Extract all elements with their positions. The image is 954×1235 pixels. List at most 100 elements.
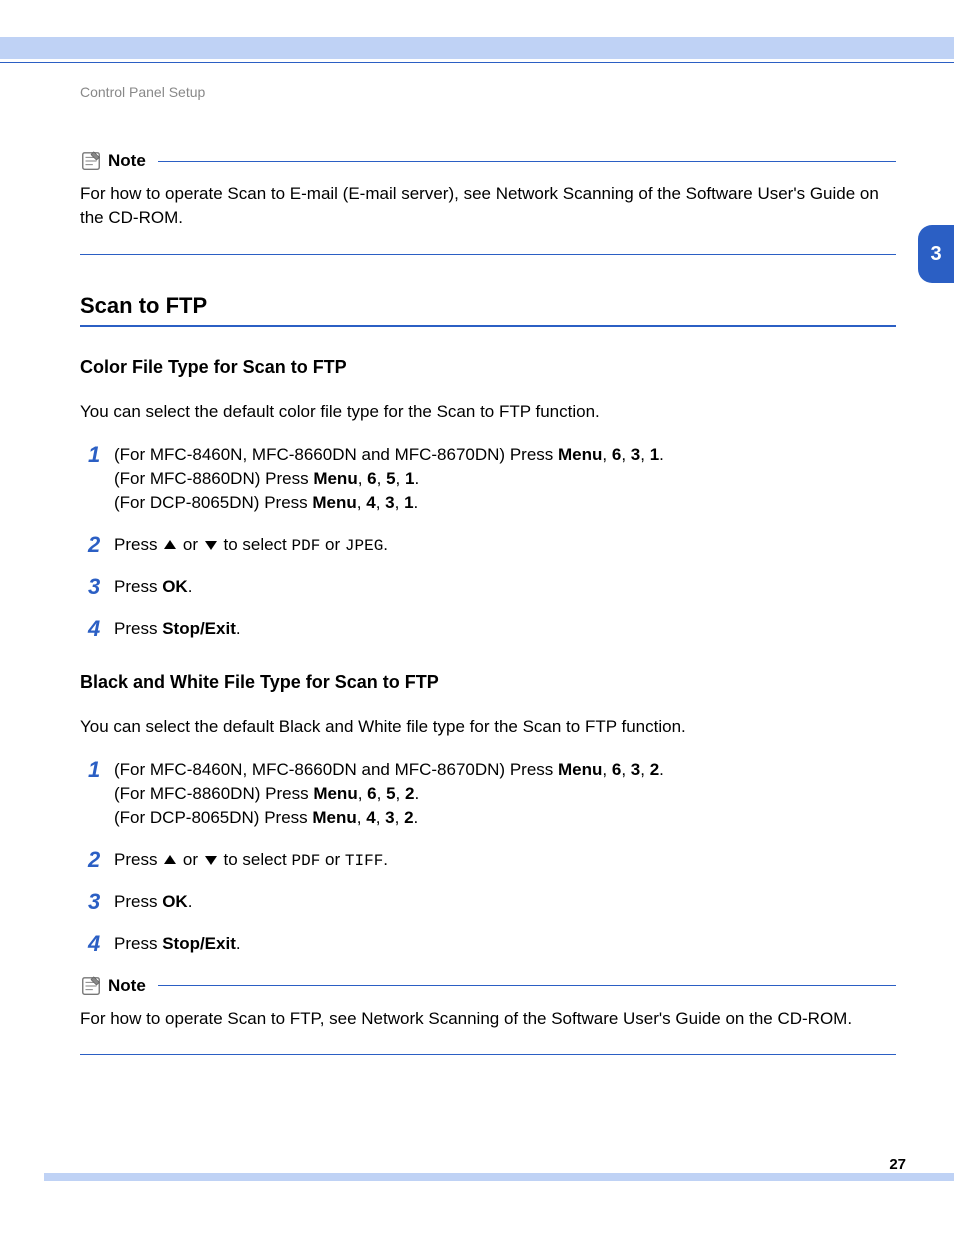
t: OK — [162, 577, 188, 596]
step-body: Press OK. — [114, 890, 896, 914]
t: . — [188, 577, 193, 596]
sub1-intro: You can select the default color file ty… — [80, 400, 896, 424]
step-number: 4 — [88, 617, 114, 641]
step-number: 3 — [88, 890, 114, 914]
t: 2 — [404, 808, 413, 827]
triangle-up-icon — [164, 540, 176, 549]
step: 3 Press OK. — [88, 890, 896, 914]
section-rule — [80, 325, 896, 327]
t: 5 — [386, 469, 395, 488]
note-end-rule — [80, 254, 896, 255]
page-number: 27 — [889, 1156, 906, 1173]
note-head: Note — [80, 150, 896, 172]
step: 1 (For MFC-8460N, MFC-8660DN and MFC-867… — [88, 443, 896, 514]
t: , — [377, 469, 386, 488]
step-body: (For MFC-8460N, MFC-8660DN and MFC-8670D… — [114, 758, 896, 829]
t: . — [659, 445, 664, 464]
t: 2 — [650, 760, 659, 779]
t: (For MFC-8460N, MFC-8660DN and MFC-8670D… — [114, 445, 558, 464]
t: OK — [162, 892, 188, 911]
t: Press — [114, 934, 162, 953]
page: 3 27 Control Panel Setup Note For how to… — [0, 0, 954, 1235]
t: (For DCP-8065DN) Press — [114, 493, 312, 512]
t: (For MFC-8460N, MFC-8660DN and MFC-8670D… — [114, 760, 558, 779]
t: , — [358, 469, 367, 488]
note-head: Note — [80, 975, 896, 997]
step-body: Press or to select PDF or JPEG. — [114, 533, 896, 557]
t: Press — [114, 892, 162, 911]
t: , — [376, 808, 385, 827]
t: . — [383, 850, 388, 869]
t: or — [320, 850, 345, 869]
step-number: 1 — [88, 758, 114, 782]
step-number: 3 — [88, 575, 114, 599]
t: 3 — [385, 493, 394, 512]
t: . — [188, 892, 193, 911]
step: 4 Press Stop/Exit. — [88, 617, 896, 641]
t: Menu — [313, 784, 357, 803]
t: JPEG — [345, 537, 383, 555]
t: Menu — [312, 808, 356, 827]
note-block-1: Note For how to operate Scan to E-mail (… — [80, 150, 896, 255]
t: to select — [219, 850, 292, 869]
t: 1 — [404, 493, 413, 512]
t: 5 — [386, 784, 395, 803]
triangle-up-icon — [164, 855, 176, 864]
step-body: Press or to select PDF or TIFF. — [114, 848, 896, 872]
t: , — [357, 808, 366, 827]
t: Menu — [558, 445, 602, 464]
t: . — [414, 808, 419, 827]
t: , — [377, 784, 386, 803]
content: Control Panel Setup Note For how to oper… — [80, 84, 896, 1061]
t: , — [640, 760, 649, 779]
t: 3 — [631, 445, 640, 464]
t: Press — [114, 535, 162, 554]
t: 6 — [367, 469, 376, 488]
t: PDF — [292, 537, 321, 555]
t: Menu — [312, 493, 356, 512]
section-title: Scan to FTP — [80, 293, 896, 319]
t: Press — [114, 577, 162, 596]
note-block-2: Note For how to operate Scan to FTP, see… — [80, 975, 896, 1056]
t: (For DCP-8065DN) Press — [114, 808, 312, 827]
t: , — [395, 808, 404, 827]
t: . — [236, 619, 241, 638]
step-number: 2 — [88, 848, 114, 872]
t: , — [621, 445, 630, 464]
t: . — [414, 784, 419, 803]
t: or — [320, 535, 345, 554]
t: PDF — [292, 852, 321, 870]
t: Menu — [558, 760, 602, 779]
t: . — [414, 493, 419, 512]
t: , — [396, 784, 405, 803]
step-body: (For MFC-8460N, MFC-8660DN and MFC-8670D… — [114, 443, 896, 514]
t: (For MFC-8860DN) Press — [114, 469, 313, 488]
t: 4 — [366, 808, 375, 827]
note-text: For how to operate Scan to E-mail (E-mai… — [80, 182, 896, 230]
note-icon — [80, 150, 102, 172]
note-label: Note — [108, 151, 146, 171]
note-end-rule — [80, 1054, 896, 1055]
note-text: For how to operate Scan to FTP, see Netw… — [80, 1007, 896, 1031]
step: 2 Press or to select PDF or JPEG. — [88, 533, 896, 557]
sub1-steps: 1 (For MFC-8460N, MFC-8660DN and MFC-867… — [88, 443, 896, 641]
triangle-down-icon — [205, 856, 217, 865]
step-body: Press Stop/Exit. — [114, 932, 896, 956]
note-icon — [80, 975, 102, 997]
t: , — [357, 493, 366, 512]
sub2-steps: 1 (For MFC-8460N, MFC-8660DN and MFC-867… — [88, 758, 896, 956]
t: to select — [219, 535, 292, 554]
step-body: Press OK. — [114, 575, 896, 599]
note-rule — [158, 985, 896, 986]
t: 6 — [612, 445, 621, 464]
step-body: Press Stop/Exit. — [114, 617, 896, 641]
step: 4 Press Stop/Exit. — [88, 932, 896, 956]
t: Menu — [313, 469, 357, 488]
t: or — [178, 535, 203, 554]
t: Press — [114, 850, 162, 869]
step-number: 2 — [88, 533, 114, 557]
t: TIFF — [345, 852, 383, 870]
t: . — [383, 535, 388, 554]
t: Press — [114, 619, 162, 638]
t: 6 — [612, 760, 621, 779]
